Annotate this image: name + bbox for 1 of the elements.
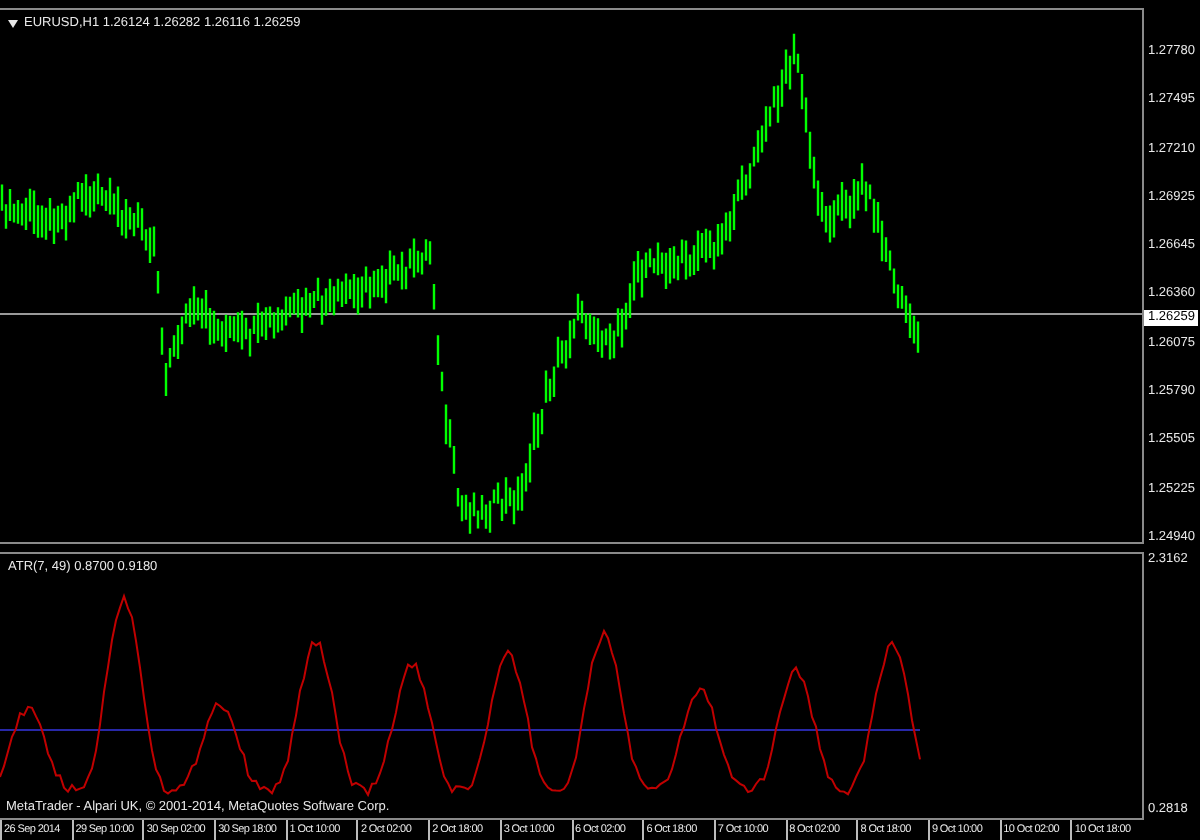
dropdown-triangle-icon[interactable] xyxy=(8,19,18,27)
